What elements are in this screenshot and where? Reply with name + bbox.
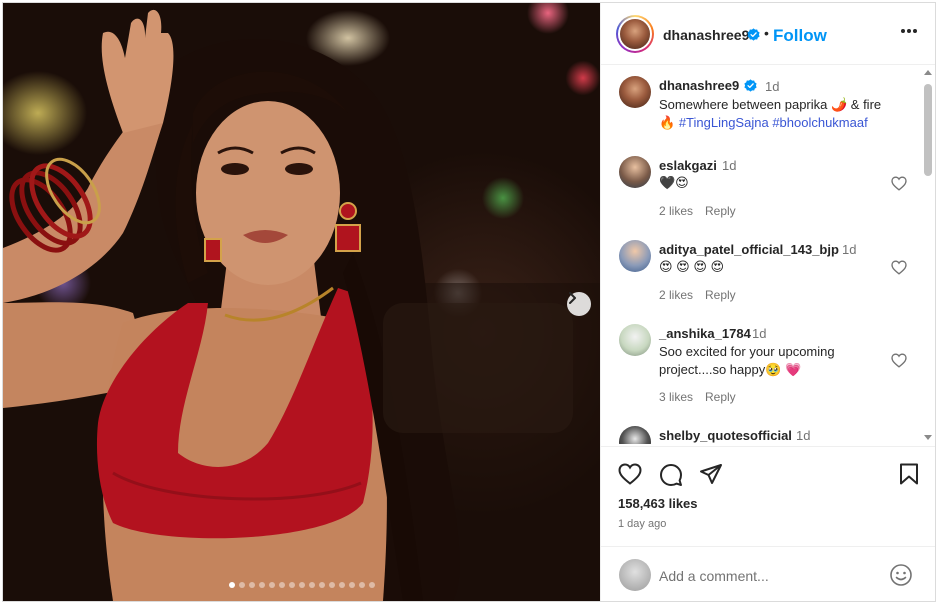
- hashtag-link[interactable]: #TingLingSajna: [679, 115, 769, 130]
- heart-icon[interactable]: [891, 176, 907, 191]
- slide-dot: [278, 582, 285, 588]
- comment-time: 1d: [796, 428, 811, 443]
- caption-username[interactable]: dhanashree9: [659, 78, 739, 93]
- save-icon[interactable]: [899, 463, 919, 485]
- comment-time: 1d: [752, 326, 767, 341]
- comment-icon[interactable]: [659, 463, 683, 487]
- verified-icon: [744, 79, 757, 92]
- comment-avatar[interactable]: [619, 240, 651, 272]
- fire-emoji: 🔥: [659, 115, 676, 130]
- current-user-avatar: [619, 559, 651, 591]
- slide-dot: [358, 582, 365, 588]
- caption-avatar[interactable]: [619, 76, 651, 108]
- comment-username[interactable]: eslakgazi: [659, 158, 717, 173]
- heart-icon[interactable]: [618, 463, 642, 485]
- comment-username[interactable]: _anshika_1784: [659, 326, 751, 341]
- post-photo: [3, 9, 600, 601]
- slide-dot: [228, 582, 235, 588]
- comment-likes[interactable]: 3 likes: [659, 390, 693, 404]
- emoji-icon[interactable]: [889, 563, 913, 587]
- caption-text-line1: Somewhere between paprika 🌶️ & fire: [659, 97, 882, 112]
- hashtag-link[interactable]: #bhoolchukmaaf: [772, 115, 867, 130]
- scroll-down-icon[interactable]: [924, 435, 932, 440]
- author-avatar[interactable]: [616, 15, 654, 53]
- comment-text: 🖤😍: [659, 175, 689, 190]
- slide-dot: [338, 582, 345, 588]
- slide-dot: [368, 582, 375, 588]
- author-username[interactable]: dhanashree9: [663, 27, 749, 43]
- slide-dot: [328, 582, 335, 588]
- likes-count[interactable]: 158,463 likes: [618, 496, 698, 511]
- header-separator: •: [764, 25, 769, 41]
- chevron-right-icon: [569, 292, 576, 304]
- comments-scrollbar[interactable]: [922, 66, 934, 444]
- slide-dot: [258, 582, 265, 588]
- comment-text-line1: Soo excited for your upcoming: [659, 344, 835, 359]
- comment-username[interactable]: aditya_patel_official_143_bjp: [659, 242, 839, 257]
- caption-time: 1d: [765, 79, 780, 94]
- comments-list[interactable]: dhanashree9 1d Somewhere between paprika…: [601, 66, 935, 444]
- slide-dot: [308, 582, 315, 588]
- post-actions: 158,463 likes 1 day ago: [601, 446, 935, 546]
- heart-icon[interactable]: [891, 260, 907, 275]
- comment-likes[interactable]: 2 likes: [659, 288, 693, 302]
- heart-icon[interactable]: [891, 353, 907, 368]
- post-media[interactable]: [3, 3, 600, 601]
- comment-text-line2: project....so happy🥹 💗: [659, 362, 802, 377]
- slide-dot: [318, 582, 325, 588]
- share-icon[interactable]: [699, 463, 723, 485]
- reply-button[interactable]: Reply: [705, 204, 736, 218]
- comment-avatar[interactable]: [619, 324, 651, 356]
- comment-likes[interactable]: 2 likes: [659, 204, 693, 218]
- slide-dot: [248, 582, 255, 588]
- scroll-up-icon[interactable]: [924, 70, 932, 75]
- comment-username[interactable]: shelby_quotesofficial: [659, 428, 792, 443]
- slide-indicator: [3, 582, 600, 588]
- verified-icon: [747, 28, 760, 41]
- more-icon[interactable]: [900, 28, 918, 34]
- add-comment-bar: [601, 546, 935, 601]
- comment-time: 1d: [842, 242, 857, 257]
- next-slide-button[interactable]: [567, 292, 591, 316]
- slide-dot: [348, 582, 355, 588]
- post-sidebar: dhanashree9 • Follow dhanashree9 1d Some…: [600, 3, 935, 601]
- follow-button[interactable]: Follow: [773, 26, 827, 46]
- post-header: dhanashree9 • Follow: [601, 3, 935, 65]
- post-dialog: dhanashree9 • Follow dhanashree9 1d Some…: [2, 2, 936, 602]
- reply-button[interactable]: Reply: [705, 288, 736, 302]
- slide-dot: [238, 582, 245, 588]
- slide-dot: [298, 582, 305, 588]
- comment-avatar[interactable]: [619, 156, 651, 188]
- comment-avatar[interactable]: [619, 426, 651, 444]
- comment-input[interactable]: [659, 565, 869, 587]
- scroll-thumb[interactable]: [924, 84, 932, 176]
- caption-text-line2: 🔥 #TingLingSajna #bhoolchukmaaf: [659, 114, 868, 132]
- post-timestamp: 1 day ago: [618, 518, 667, 530]
- comment-time: 1d: [722, 158, 737, 173]
- reply-button[interactable]: Reply: [705, 390, 736, 404]
- comment-text: 😍 😍 😍 😍: [659, 259, 725, 274]
- slide-dot: [268, 582, 275, 588]
- slide-dot: [288, 582, 295, 588]
